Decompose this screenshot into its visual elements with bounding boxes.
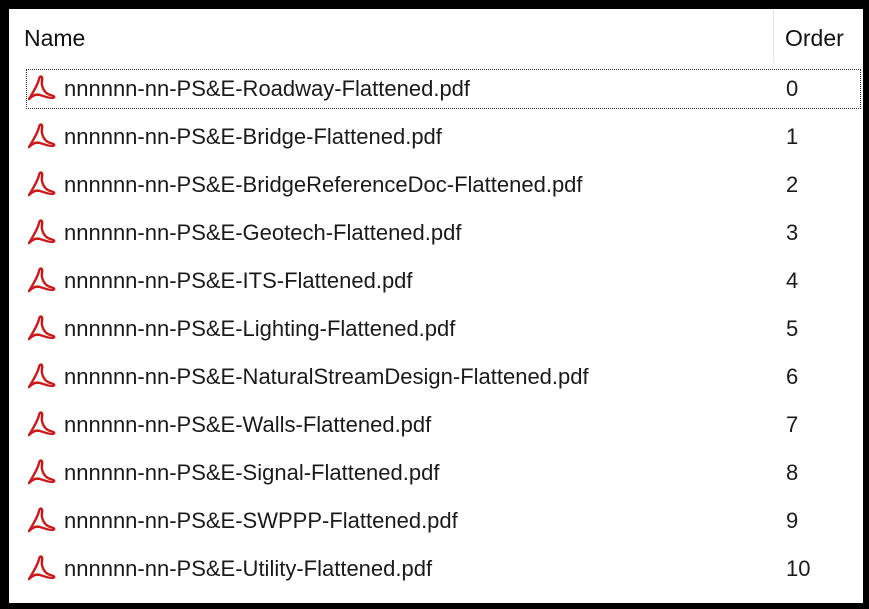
file-row[interactable]: nnnnnn-nn-PS&E-Bridge-Flattened.pdf 1 bbox=[9, 113, 863, 161]
file-name: nnnnnn-nn-PS&E-Walls-Flattened.pdf bbox=[64, 412, 432, 437]
order-value: 9 bbox=[786, 508, 799, 533]
file-name-cell[interactable]: nnnnnn-nn-PS&E-Signal-Flattened.pdf bbox=[26, 453, 861, 493]
pdf-icon bbox=[27, 555, 56, 581]
order-value: 5 bbox=[786, 316, 799, 341]
order-value: 1 bbox=[786, 124, 799, 149]
file-name-cell[interactable]: nnnnnn-nn-PS&E-ITS-Flattened.pdf bbox=[26, 261, 861, 301]
file-name: nnnnnn-nn-PS&E-SWPPP-Flattened.pdf bbox=[64, 508, 458, 533]
pdf-icon bbox=[27, 507, 56, 533]
file-row[interactable]: nnnnnn-nn-PS&E-Geotech-Flattened.pdf 3 bbox=[9, 209, 863, 257]
order-value: 3 bbox=[786, 220, 799, 245]
pdf-icon bbox=[27, 459, 56, 485]
file-name-cell[interactable]: nnnnnn-nn-PS&E-NaturalStreamDesign-Flatt… bbox=[26, 357, 861, 397]
file-name-cell[interactable]: nnnnnn-nn-PS&E-BridgeReferenceDoc-Flatte… bbox=[26, 165, 861, 205]
pdf-icon bbox=[27, 219, 56, 245]
file-name: nnnnnn-nn-PS&E-BridgeReferenceDoc-Flatte… bbox=[64, 172, 583, 197]
pdf-icon bbox=[27, 171, 56, 197]
pdf-icon bbox=[27, 75, 56, 101]
file-row[interactable]: nnnnnn-nn-PS&E-Lighting-Flattened.pdf 5 bbox=[9, 305, 863, 353]
file-name-cell[interactable]: nnnnnn-nn-PS&E-Roadway-Flattened.pdf bbox=[26, 69, 861, 109]
file-name: nnnnnn-nn-PS&E-ITS-Flattened.pdf bbox=[64, 268, 413, 293]
file-row[interactable]: nnnnnn-nn-PS&E-Utility-Flattened.pdf 10 bbox=[9, 545, 863, 593]
file-row[interactable]: nnnnnn-nn-PS&E-SWPPP-Flattened.pdf 9 bbox=[9, 497, 863, 545]
file-name-cell[interactable]: nnnnnn-nn-PS&E-Walls-Flattened.pdf bbox=[26, 405, 861, 445]
file-row[interactable]: nnnnnn-nn-PS&E-ITS-Flattened.pdf 4 bbox=[9, 257, 863, 305]
file-name-cell[interactable]: nnnnnn-nn-PS&E-Utility-Flattened.pdf bbox=[26, 549, 861, 589]
order-value: 8 bbox=[786, 460, 799, 485]
order-value: 0 bbox=[786, 76, 799, 101]
pdf-icon bbox=[27, 267, 56, 293]
pdf-icon bbox=[27, 411, 56, 437]
file-name: nnnnnn-nn-PS&E-Signal-Flattened.pdf bbox=[64, 460, 440, 485]
list-header: Name Order bbox=[9, 9, 863, 65]
file-row[interactable]: nnnnnn-nn-PS&E-BridgeReferenceDoc-Flatte… bbox=[9, 161, 863, 209]
file-name-cell[interactable]: nnnnnn-nn-PS&E-Lighting-Flattened.pdf bbox=[26, 309, 861, 349]
order-value: 2 bbox=[786, 172, 799, 197]
pdf-icon bbox=[27, 363, 56, 389]
pdf-icon bbox=[27, 123, 56, 149]
file-rows: nnnnnn-nn-PS&E-Roadway-Flattened.pdf 0 n… bbox=[9, 65, 863, 603]
file-name: nnnnnn-nn-PS&E-Lighting-Flattened.pdf bbox=[64, 316, 456, 341]
column-divider[interactable] bbox=[773, 9, 774, 63]
order-value: 7 bbox=[786, 412, 799, 437]
column-header-name[interactable]: Name bbox=[24, 22, 764, 54]
file-row[interactable]: nnnnnn-nn-PS&E-NaturalStreamDesign-Flatt… bbox=[9, 353, 863, 401]
file-name: nnnnnn-nn-PS&E-Roadway-Flattened.pdf bbox=[64, 76, 471, 101]
file-name-cell[interactable]: nnnnnn-nn-PS&E-Geotech-Flattened.pdf bbox=[26, 213, 861, 253]
pdf-icon bbox=[27, 315, 56, 341]
file-name: nnnnnn-nn-PS&E-Geotech-Flattened.pdf bbox=[64, 220, 462, 245]
file-name: nnnnnn-nn-PS&E-Bridge-Flattened.pdf bbox=[64, 124, 442, 149]
column-header-order[interactable]: Order bbox=[785, 22, 844, 54]
order-value: 4 bbox=[786, 268, 799, 293]
file-row[interactable]: nnnnnn-nn-PS&E-Walls-Flattened.pdf 7 bbox=[9, 401, 863, 449]
file-row[interactable]: nnnnnn-nn-PS&E-Roadway-Flattened.pdf 0 bbox=[9, 65, 863, 113]
file-row[interactable]: nnnnnn-nn-PS&E-Signal-Flattened.pdf 8 bbox=[9, 449, 863, 497]
file-name: nnnnnn-nn-PS&E-NaturalStreamDesign-Flatt… bbox=[64, 364, 589, 389]
file-name-cell[interactable]: nnnnnn-nn-PS&E-Bridge-Flattened.pdf bbox=[26, 117, 861, 157]
file-name: nnnnnn-nn-PS&E-Utility-Flattened.pdf bbox=[64, 556, 433, 581]
order-value: 10 bbox=[786, 556, 811, 581]
file-list-view: Name Order nnnnnn-nn-PS&E-Roadway-Flatte… bbox=[0, 0, 869, 609]
file-name-cell[interactable]: nnnnnn-nn-PS&E-SWPPP-Flattened.pdf bbox=[26, 501, 861, 541]
order-value: 6 bbox=[786, 364, 799, 389]
